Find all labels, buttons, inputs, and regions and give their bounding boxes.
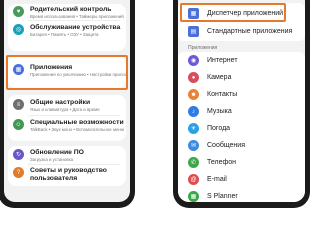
app-item-internet[interactable]: ◉ Интернет [178,52,305,69]
music-icon: ♪ [188,106,199,117]
app-item-weather[interactable]: ☀ Погода [178,120,305,137]
app-label: E-mail [207,176,227,183]
apps-icon: ▦ [13,64,24,75]
settings-item-title: Советы и руководство [30,167,107,174]
app-manager-icon: ▦ [188,8,199,19]
accessibility-icon: ☺ [13,119,24,130]
app-item-phone[interactable]: ✆ Телефон [178,154,305,171]
settings-item-title-continued: пользователя [30,175,78,182]
tips-icon: ? [13,167,24,178]
settings-item-accessibility[interactable]: ☺ Специальные возможности TalkBack • Зву… [8,119,126,133]
divider [28,20,120,21]
app-label: Интернет [207,57,238,64]
phone-icon: ✆ [188,157,199,168]
email-icon: @ [188,174,199,185]
apps-section-label: Приложения [188,45,218,51]
settings-item-device-care[interactable]: ◎ Обслуживание устройства Батарея • Памя… [8,24,126,38]
app-item-contacts[interactable]: ☻ Контакты [178,86,305,103]
apps-screen: ▦ Диспетчер приложений ▤ Стандартные при… [178,0,305,202]
settings-card-general: ≡ Общие настройки Язык и клавиатура • Да… [8,95,126,141]
right-phone-frame: ▦ Диспетчер приложений ▤ Стандартные при… [173,0,310,208]
settings-item-title: Специальные возможности [30,119,124,126]
left-phone-frame: ♥ Родительский контроль Время использова… [0,0,135,208]
contacts-icon: ☻ [188,89,199,100]
settings-item-title: Приложения [30,64,73,71]
weather-icon: ☀ [188,123,199,134]
divider [28,164,120,165]
settings-item-tips[interactable]: ? Советы и руководство пользователя [8,167,126,183]
app-item-messages[interactable]: ✉ Сообщения [178,137,305,154]
settings-card-update: ↻ Обновление ПО Загрузка и установка ? С… [8,146,126,186]
default-apps-label: Стандартные приложения [207,28,293,35]
settings-screen: ♥ Родительский контроль Время использова… [4,0,130,202]
app-manager-item[interactable]: ▦ Диспетчер приложений [178,5,305,22]
internet-icon: ◉ [188,55,199,66]
app-label: Погода [207,125,231,132]
settings-item-title: Общие настройки [30,99,91,106]
default-apps-item[interactable]: ▤ Стандартные приложения [178,23,305,40]
device-care-icon: ◎ [13,24,24,35]
settings-item-apps[interactable]: ▦ Приложения Приложения по умолчанию • Н… [8,64,126,78]
settings-card-top: ♥ Родительский контроль Время использова… [8,4,126,51]
settings-item-title: Родительский контроль [30,6,112,13]
settings-item-subtitle: Загрузка и установка [30,157,74,162]
settings-item-subtitle: Батарея • Память • ОЗУ • Защита [30,32,99,37]
settings-item-parental[interactable]: ♥ Родительский контроль Время использова… [8,6,126,20]
default-apps-icon: ▤ [188,26,199,37]
settings-item-subtitle: Язык и клавиатура • Дата и время [30,107,100,112]
app-label: Телефон [207,159,237,166]
app-item-camera[interactable]: ● Камера [178,69,305,86]
settings-item-general[interactable]: ≡ Общие настройки Язык и клавиатура • Да… [8,99,126,113]
app-item-email[interactable]: @ E-mail [178,171,305,188]
settings-item-subtitle: Время использования • Таймеры приложений [30,14,124,19]
settings-item-title: Обслуживание устройства [30,24,121,31]
app-label: Контакты [207,91,238,98]
app-item-s-planner[interactable]: ▦ S Planner [178,188,305,202]
app-label: Музыка [207,108,232,115]
settings-card-apps: ▦ Приложения Приложения по умолчанию • Н… [8,56,126,88]
camera-icon: ● [188,72,199,83]
app-label: Камера [207,74,232,81]
messages-icon: ✉ [188,140,199,151]
settings-item-title: Обновление ПО [30,149,84,156]
app-manager-label: Диспетчер приложений [207,10,284,17]
calendar-icon: ▦ [188,191,199,202]
general-settings-icon: ≡ [13,99,24,110]
app-label: Сообщения [207,142,245,149]
software-update-icon: ↻ [13,149,24,160]
apps-list-card: ◉ Интернет ● Камера ☻ Контакты ♪ Музыка … [178,52,305,202]
app-item-music[interactable]: ♪ Музыка [178,103,305,120]
app-label: S Planner [207,193,238,200]
settings-item-subtitle: TalkBack • Звук моно • Вспомогательное м… [30,127,125,132]
family-icon: ♥ [13,6,24,17]
settings-item-software-update[interactable]: ↻ Обновление ПО Загрузка и установка [8,149,126,163]
divider [28,115,120,116]
apps-top-card: ▦ Диспетчер приложений ▤ Стандартные при… [178,3,305,41]
settings-item-subtitle: Приложения по умолчанию • Настройки прил… [30,72,126,77]
